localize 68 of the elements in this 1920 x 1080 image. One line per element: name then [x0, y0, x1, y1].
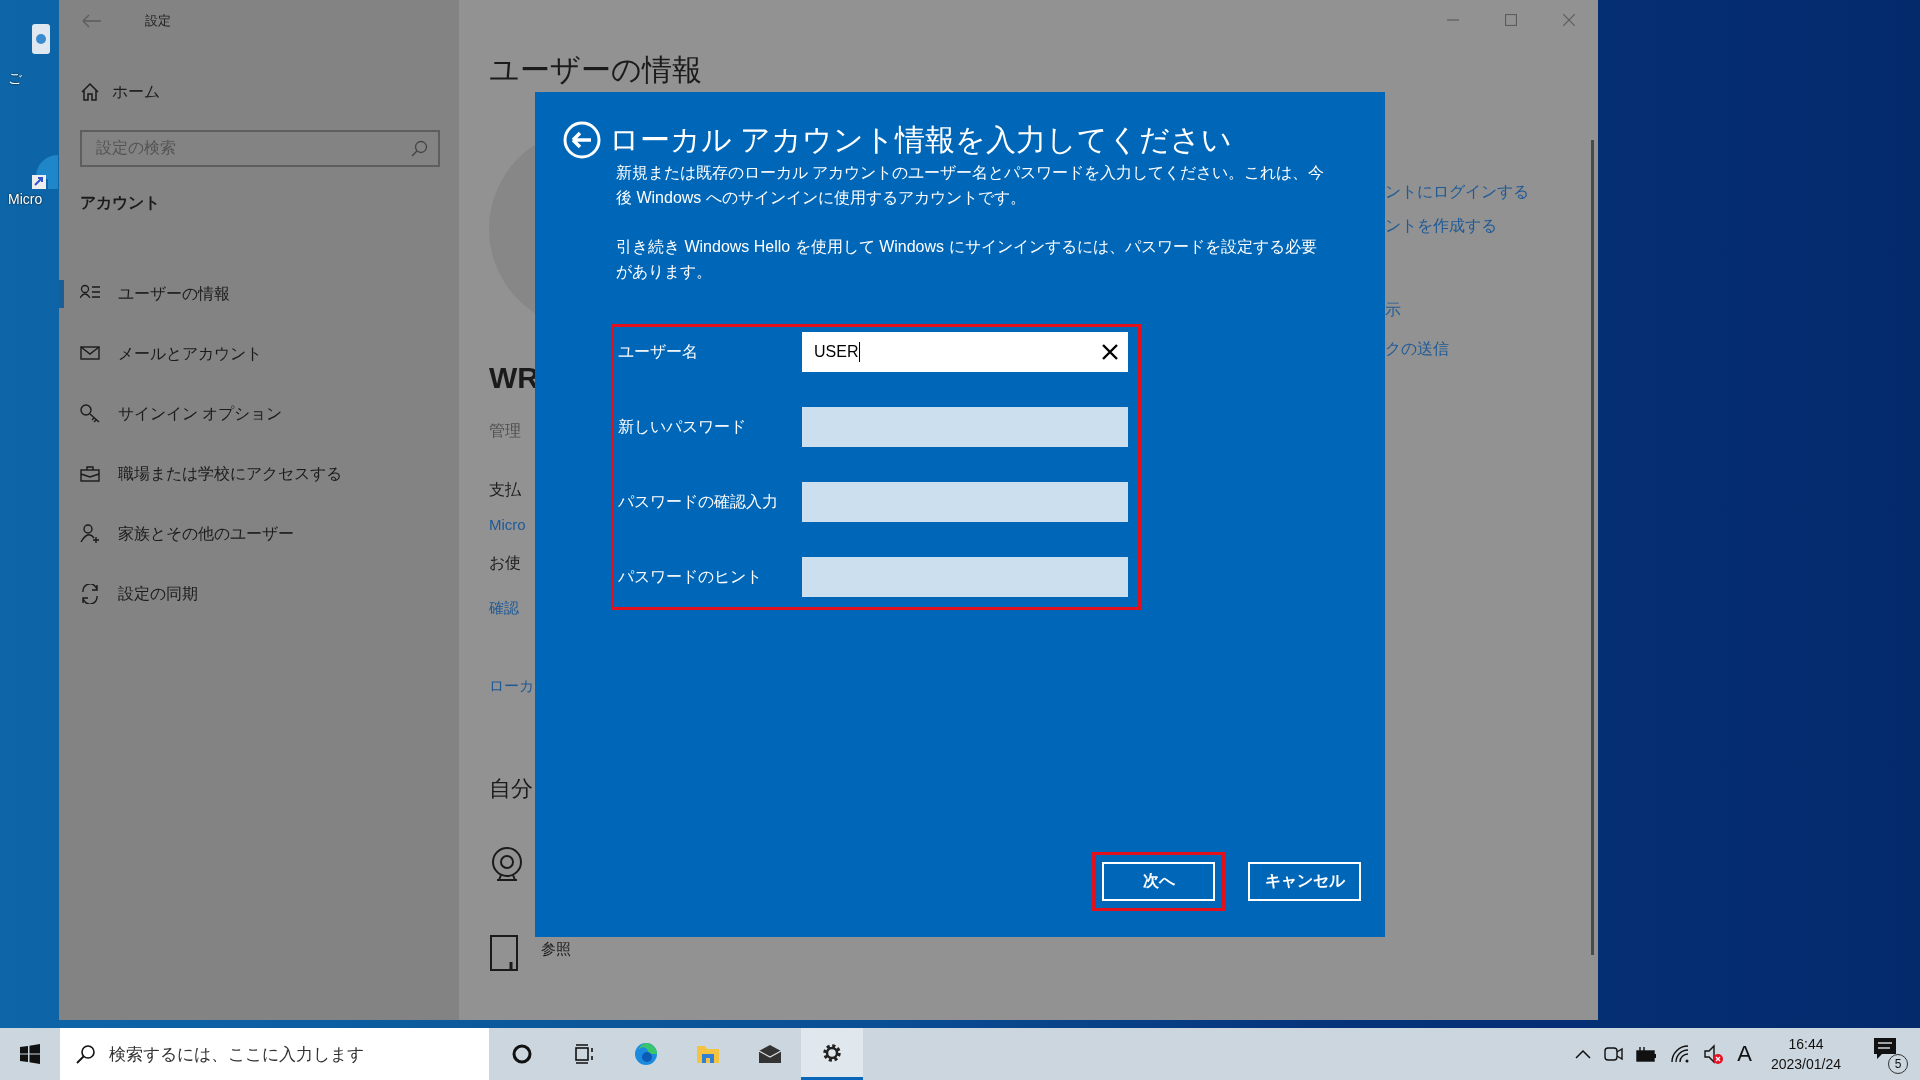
page-title: ユーザーの情報 [489, 52, 702, 88]
nav-item[interactable]: サインイン オプション [59, 384, 459, 444]
section-heading: 自分 [489, 775, 534, 803]
text-field[interactable]: USER [802, 332, 1128, 372]
text-field[interactable] [802, 482, 1128, 522]
key-icon [80, 404, 100, 424]
home-link[interactable]: ホーム [112, 81, 160, 103]
field-label: ユーザー名 [618, 341, 699, 362]
chevron-up-icon[interactable] [1575, 1048, 1592, 1060]
link[interactable]: ントを作成する [1385, 214, 1598, 238]
sync-icon [80, 584, 100, 604]
input-mode-indicator[interactable]: A [1737, 1041, 1752, 1067]
clock-date[interactable]: 2023/01/24 [1770, 1054, 1841, 1074]
envelope-icon [758, 1042, 782, 1066]
briefcase-icon [80, 464, 100, 484]
webcam-icon [489, 846, 525, 882]
recycle-bin-icon [32, 24, 50, 54]
windows-start-icon[interactable] [20, 1044, 40, 1064]
account-name: WR [489, 360, 535, 396]
clear-icon[interactable] [1102, 344, 1118, 360]
nav-item[interactable]: メールとアカウント [59, 324, 459, 384]
field-label: パスワードの確認入力 [618, 491, 779, 512]
account-type: 管理 [489, 421, 522, 441]
shortcut-icon [32, 153, 58, 189]
nav-item[interactable]: 職場または学校にアクセスする [59, 444, 459, 504]
back-icon[interactable] [563, 121, 601, 159]
wifi-icon[interactable] [1670, 1044, 1691, 1064]
video-camera-icon[interactable] [1604, 1044, 1624, 1064]
cancel-button[interactable]: キャンセル [1248, 862, 1361, 901]
desktop-icon-label: ご [8, 70, 22, 88]
search-icon [411, 140, 428, 157]
search-icon [76, 1044, 95, 1064]
taskbar-button[interactable] [801, 1028, 863, 1080]
taskbar-search-field[interactable]: 検索するには、ここに入力します [60, 1028, 489, 1080]
window-title: 設定 [145, 12, 171, 30]
link[interactable]: 示 [1385, 298, 1598, 322]
field-label: パスワードのヒント [618, 566, 763, 587]
next-button[interactable]: 次へ [1102, 862, 1215, 901]
document-icon [489, 934, 519, 972]
description-text: 新規または既存のローカル アカウントのユーザー名とパスワードを入力してください。これは、今後 Windows へのサインインに使用するアカウントです。 [616, 163, 1326, 208]
description-text: 引き続き Windows Hello を使用して Windows にサインインするには、パスワードを設定する必要があります。 [616, 237, 1318, 282]
body-text: 支払 [489, 480, 522, 500]
text-field[interactable] [802, 557, 1128, 597]
nav-item[interactable]: 家族とその他のユーザー [59, 504, 459, 564]
notification-icon[interactable] [1872, 1036, 1898, 1060]
add-person-icon [80, 524, 100, 544]
battery-icon[interactable] [1636, 1046, 1658, 1062]
task-view-icon [572, 1042, 596, 1066]
circle-icon [510, 1042, 534, 1066]
notification-count: 5 [1888, 1054, 1908, 1074]
field-label: 新しいパスワード [618, 416, 747, 437]
browser-icon [634, 1042, 658, 1066]
browse-label: 参照 [541, 940, 571, 959]
scrollbar[interactable] [1591, 140, 1594, 955]
link[interactable]: Micro [489, 514, 535, 536]
dialog-title: ローカル アカウント情報を入力してください [609, 122, 1233, 158]
link[interactable]: 確認 [489, 597, 535, 619]
nav-item[interactable]: 設定の同期 [59, 564, 459, 624]
body-text: お使 [489, 553, 522, 573]
nav-item[interactable]: ユーザーの情報 [59, 264, 459, 324]
section-heading: アカウント [80, 193, 161, 213]
link[interactable]: ントにログインする [1385, 180, 1598, 204]
text-field[interactable] [802, 407, 1128, 447]
desktop-icon-label: Micro [8, 191, 43, 207]
link[interactable]: クの送信 [1385, 337, 1598, 361]
clock-time[interactable]: 16:44 [1788, 1034, 1824, 1054]
home-icon [80, 82, 100, 102]
muted-speaker-icon[interactable] [1703, 1043, 1725, 1065]
